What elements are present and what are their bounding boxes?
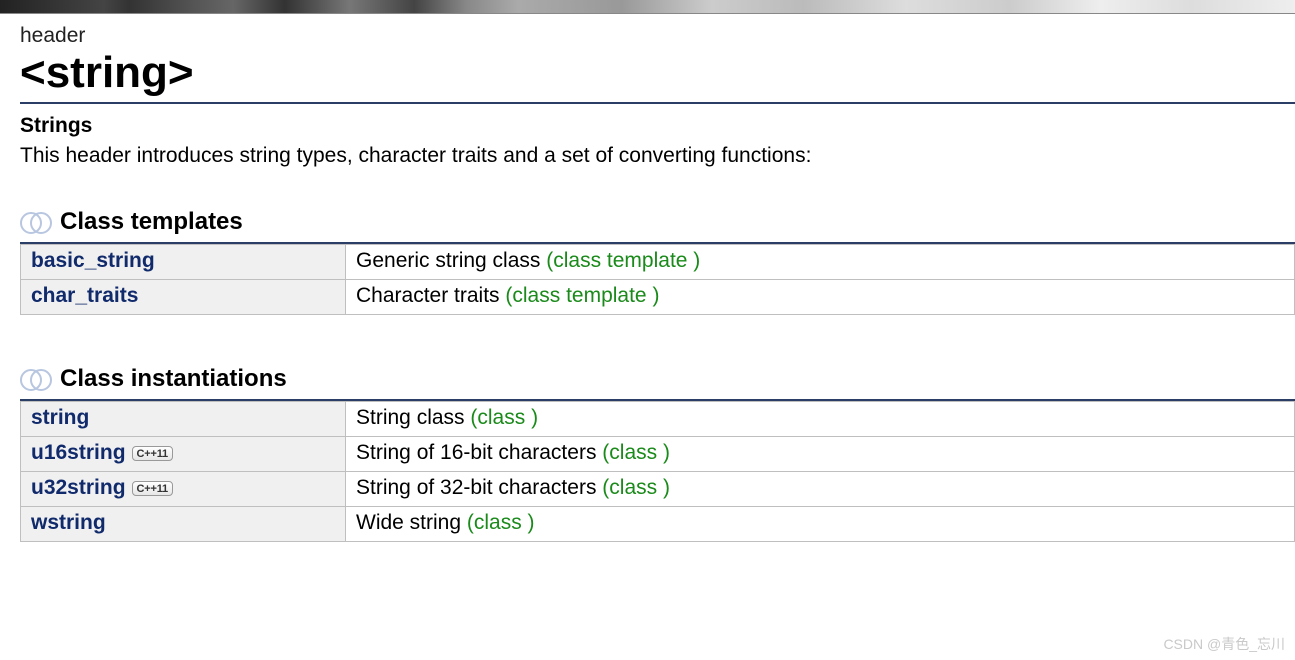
type-tag: (class ) — [467, 511, 535, 534]
row-desc: Character traits — [356, 284, 500, 307]
link-wstring[interactable]: wstring — [31, 511, 106, 534]
type-tag: (class ) — [602, 441, 670, 464]
table-row: u32string C++11 String of 32-bit characte… — [21, 472, 1295, 507]
cpp11-badge-icon: C++11 — [132, 481, 173, 496]
row-desc: String class — [356, 406, 465, 429]
section-title: Class templates — [60, 208, 243, 236]
header-label: header — [20, 24, 1295, 48]
table-row: char_traits Character traits (class temp… — [21, 280, 1295, 315]
cpp11-badge-icon: C++11 — [132, 446, 173, 461]
table-row: string String class (class ) — [21, 402, 1295, 437]
link-basic-string[interactable]: basic_string — [31, 249, 155, 272]
type-tag: (class ) — [602, 476, 670, 499]
row-desc: Generic string class — [356, 249, 540, 272]
table-row: basic_string Generic string class (class… — [21, 245, 1295, 280]
page-description: This header introduces string types, cha… — [20, 144, 1295, 168]
type-tag: (class template ) — [505, 284, 659, 307]
row-desc: String of 16-bit characters — [356, 441, 596, 464]
page-content: header <string> Strings This header intr… — [0, 14, 1295, 542]
rings-icon — [20, 368, 50, 390]
type-tag: (class ) — [470, 406, 538, 429]
watermark: CSDN @青色_忘川 — [1163, 634, 1285, 654]
page-title: <string> — [20, 50, 1295, 96]
rings-icon — [20, 211, 50, 233]
link-char-traits[interactable]: char_traits — [31, 284, 138, 307]
section-title: Class instantiations — [60, 365, 287, 393]
link-string[interactable]: string — [31, 406, 89, 429]
title-divider — [20, 102, 1295, 104]
top-banner — [0, 0, 1295, 14]
type-tag: (class template ) — [546, 249, 700, 272]
instantiations-table: string String class (class ) u16string C+… — [20, 401, 1295, 542]
section-heading-instantiations: Class instantiations — [20, 365, 1295, 393]
templates-table: basic_string Generic string class (class… — [20, 244, 1295, 315]
table-row: u16string C++11 String of 16-bit characte… — [21, 437, 1295, 472]
row-desc: Wide string — [356, 511, 461, 534]
section-heading-templates: Class templates — [20, 208, 1295, 236]
sub-heading: Strings — [20, 114, 1295, 138]
link-u32string[interactable]: u32string — [31, 476, 126, 499]
table-row: wstring Wide string (class ) — [21, 507, 1295, 542]
row-desc: String of 32-bit characters — [356, 476, 596, 499]
link-u16string[interactable]: u16string — [31, 441, 126, 464]
